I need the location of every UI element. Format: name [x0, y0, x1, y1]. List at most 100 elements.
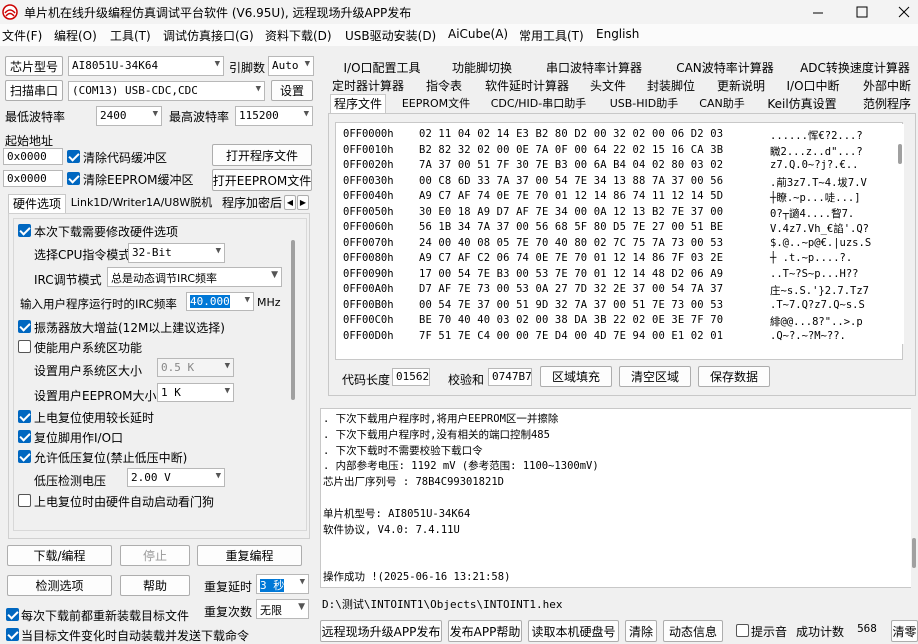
long-reset-delay-checkbox[interactable] [18, 410, 31, 423]
hex-scrollbar-thumb[interactable] [898, 144, 902, 164]
settings-button[interactable]: 设置 [271, 80, 313, 101]
log-scrollbar-thumb[interactable] [912, 538, 916, 568]
tab-eeprom-file[interactable]: EEPROM文件 [398, 95, 474, 114]
system-size-select[interactable]: 0.5 K ▼ [157, 358, 234, 377]
user-system-area-checkbox[interactable] [18, 340, 31, 353]
low-voltage-reset-checkbox[interactable] [18, 450, 31, 463]
tab-offline-programmer[interactable]: Link1D/Writer1A/U8W脱机 [70, 194, 213, 213]
tab-encryption[interactable]: 程序加密后 [219, 194, 285, 213]
tab-pin-switch[interactable]: 功能脚切换 [444, 59, 520, 78]
hex-view[interactable]: 0FF0000h 02 11 04 02 14 E3 B2 80 D2 00 32… [337, 124, 899, 344]
hex-bytes[interactable]: A9 C7 AF 74 0E 7E 70 01 12 14 86 74 11 1… [419, 190, 723, 202]
tab-scroll-right[interactable]: ▶ [297, 195, 309, 210]
eeprom-start-address[interactable]: 0x0000 [3, 170, 63, 187]
minimize-icon[interactable] [810, 4, 826, 20]
open-eeprom-file-button[interactable]: 打开EEPROM文件 [212, 169, 312, 191]
modify-hw-options-checkbox[interactable] [18, 224, 31, 237]
tab-usb-hid[interactable]: USB-HID助手 [604, 95, 684, 114]
menu-tools[interactable]: 工具(T) [110, 27, 151, 44]
clear-eeprom-checkbox[interactable] [67, 172, 80, 185]
scan-port-button[interactable]: 扫描串口 [5, 80, 63, 101]
close-icon[interactable] [896, 4, 912, 20]
hex-bytes[interactable]: 56 1B 34 7A 37 00 56 68 5F 80 D5 7E 27 0… [419, 221, 723, 233]
stop-button[interactable]: 停止 [120, 545, 190, 566]
clear-area-button[interactable]: 清空区域 [619, 366, 691, 387]
hex-ascii[interactable]: 0?┬讁4....睝7. [770, 206, 854, 221]
menu-file[interactable]: 文件(F) [2, 27, 42, 44]
hex-bytes[interactable]: 30 E0 18 A9 D7 AF 7E 34 00 0A 12 13 B2 7… [419, 206, 723, 218]
hex-ascii[interactable]: z7.Q.0~?j?.€.. [770, 159, 859, 171]
hex-bytes[interactable]: 7A 37 00 51 7F 30 7E B3 00 6A B4 04 02 8… [419, 159, 723, 171]
hex-bytes[interactable]: B2 82 32 02 00 0E 7A 0F 00 64 22 02 15 1… [419, 144, 723, 156]
hex-row[interactable]: 0FF0040h A9 C7 AF 74 0E 7E 70 01 12 14 86… [337, 190, 897, 206]
irc-freq-select[interactable]: 40.000 ▼ [186, 292, 254, 311]
hex-ascii[interactable]: ┼瞭.~p...唗...] [770, 190, 861, 205]
menu-program[interactable]: 编程(O) [54, 27, 97, 44]
hex-ascii[interactable]: .T~7.Q?z7.Q~s.S [770, 299, 865, 311]
log-scrollbar[interactable] [911, 408, 918, 588]
menu-aicube[interactable]: AiCube(A) [448, 27, 508, 41]
watchdog-checkbox[interactable] [18, 494, 31, 507]
min-baud-select[interactable]: 2400 ▼ [96, 106, 162, 126]
repeat-delay-select[interactable]: 3 秒 ▼ [256, 574, 309, 594]
mcu-label[interactable]: 芯片型号 [5, 56, 63, 76]
tab-cdc-hid-serial[interactable]: CDC/HID-串口助手 [487, 95, 590, 114]
save-data-button[interactable]: 保存数据 [698, 366, 770, 387]
hex-bytes[interactable]: 00 54 7E 37 00 51 9D 32 7A 37 00 51 7E 7… [419, 299, 723, 311]
irc-mode-select[interactable]: 总是动态调节IRC频率 ▼ [107, 267, 282, 287]
hex-bytes[interactable]: 7F 51 7E C4 00 00 7E D4 00 4D 7E 94 00 E… [419, 330, 723, 342]
hex-ascii[interactable]: ..T~?S~p...H?? [770, 268, 859, 280]
menu-debug[interactable]: 调试仿真接口(G) [163, 27, 254, 44]
output-log[interactable]: . 下次下载用户程序时,将用户EEPROM区一并擦除 . 下次下载用户程序时,没有… [320, 408, 912, 588]
hex-row[interactable]: 0FF0020h 7A 37 00 51 7F 30 7E B3 00 6A B4… [337, 159, 897, 175]
hex-ascii[interactable]: ┼ .t.~p....?. [770, 252, 852, 264]
hex-row[interactable]: 0FF0060h 56 1B 34 7A 37 00 56 68 5F 80 D5… [337, 221, 897, 237]
dynamic-info-button[interactable]: 动态信息 [663, 620, 723, 642]
publish-help-button[interactable]: 发布APP帮助 [448, 620, 522, 642]
tab-scroll-left[interactable]: ◀ [284, 195, 296, 210]
hex-ascii[interactable]: 庄~s.S.'}2.7.Tz7 [770, 283, 869, 298]
tab-release-notes[interactable]: 更新说明 [713, 77, 769, 96]
tab-can-baud-calc[interactable]: CAN波特率计算器 [670, 59, 780, 78]
tab-delay-calc[interactable]: 软件延时计算器 [482, 77, 572, 96]
menu-usb-driver[interactable]: USB驱动安装(D) [345, 27, 436, 44]
options-scrollbar[interactable] [289, 222, 297, 528]
hex-bytes[interactable]: BE 70 40 40 03 02 00 38 DA 3B 22 02 0E 3… [419, 314, 723, 326]
hex-bytes[interactable]: 17 00 54 7E B3 00 53 7E 70 01 12 14 48 D… [419, 268, 723, 280]
hex-bytes[interactable]: 24 00 40 08 05 7E 70 40 80 02 7C 75 7A 7… [419, 237, 723, 249]
tab-io-config[interactable]: I/O口配置工具 [334, 59, 430, 78]
hex-ascii[interactable]: V.4z7.Vh_€諂'.Q? [770, 221, 869, 236]
repeat-count-select[interactable]: 无限 ▼ [256, 599, 309, 619]
eeprom-size-select[interactable]: 1 K ▼ [157, 383, 234, 402]
hex-row[interactable]: 0FF0030h 00 C8 6D 33 7A 37 00 54 7E 34 13… [337, 175, 897, 191]
max-baud-select[interactable]: 115200 ▼ [235, 106, 313, 126]
hex-row[interactable]: 0FF00B0h 00 54 7E 37 00 51 9D 32 7A 37 00… [337, 299, 897, 315]
help-button[interactable]: 帮助 [120, 575, 190, 596]
fill-area-button[interactable]: 区域填充 [540, 366, 612, 387]
menu-common-tools[interactable]: 常用工具(T) [519, 27, 584, 44]
menu-download[interactable]: 资料下载(D) [265, 27, 332, 44]
options-scrollbar-thumb[interactable] [291, 240, 295, 400]
tab-io-interrupt[interactable]: I/O口中断 [784, 77, 842, 96]
hex-ascii[interactable]: ......恽€?2...? [770, 128, 863, 143]
osc-gain-checkbox[interactable] [18, 320, 31, 333]
hex-scrollbar[interactable] [896, 124, 904, 344]
hex-row[interactable]: 0FF0070h 24 00 40 08 05 7E 70 40 80 02 7C… [337, 237, 897, 253]
hex-row[interactable]: 0FF00C0h BE 70 40 40 03 02 00 38 DA 3B 22… [337, 314, 897, 330]
download-program-button[interactable]: 下载/编程 [7, 545, 112, 566]
port-select[interactable]: (COM13) USB-CDC,CDC ▼ [68, 81, 265, 101]
check-options-button[interactable]: 检测选项 [7, 575, 112, 596]
reload-target-checkbox[interactable] [6, 608, 19, 621]
hex-row[interactable]: 0FF0050h 30 E0 18 A9 D7 AF 7E 34 00 0A 12… [337, 206, 897, 222]
cpu-mode-select[interactable]: 32-Bit ▼ [128, 243, 225, 263]
publish-app-button[interactable]: 远程现场升级APP发布 [320, 620, 442, 642]
hex-ascii[interactable]: .萷3z7.T~4.坺7.V [770, 175, 867, 190]
hex-ascii[interactable]: 緋@@...8?"..>.p [770, 314, 863, 329]
read-disk-id-button[interactable]: 读取本机硬盘号 [528, 620, 619, 642]
hex-row[interactable]: 0FF0010h B2 82 32 02 00 0E 7A 0F 00 64 22… [337, 144, 897, 160]
code-start-address[interactable]: 0x0000 [3, 148, 63, 165]
hex-ascii[interactable]: 矀2...z..d"...? [770, 144, 863, 159]
clear-code-checkbox[interactable] [67, 150, 80, 163]
tab-uart-baud-calc[interactable]: 串口波特率计算器 [538, 59, 650, 78]
clear-log-button[interactable]: 清除 [625, 620, 657, 642]
